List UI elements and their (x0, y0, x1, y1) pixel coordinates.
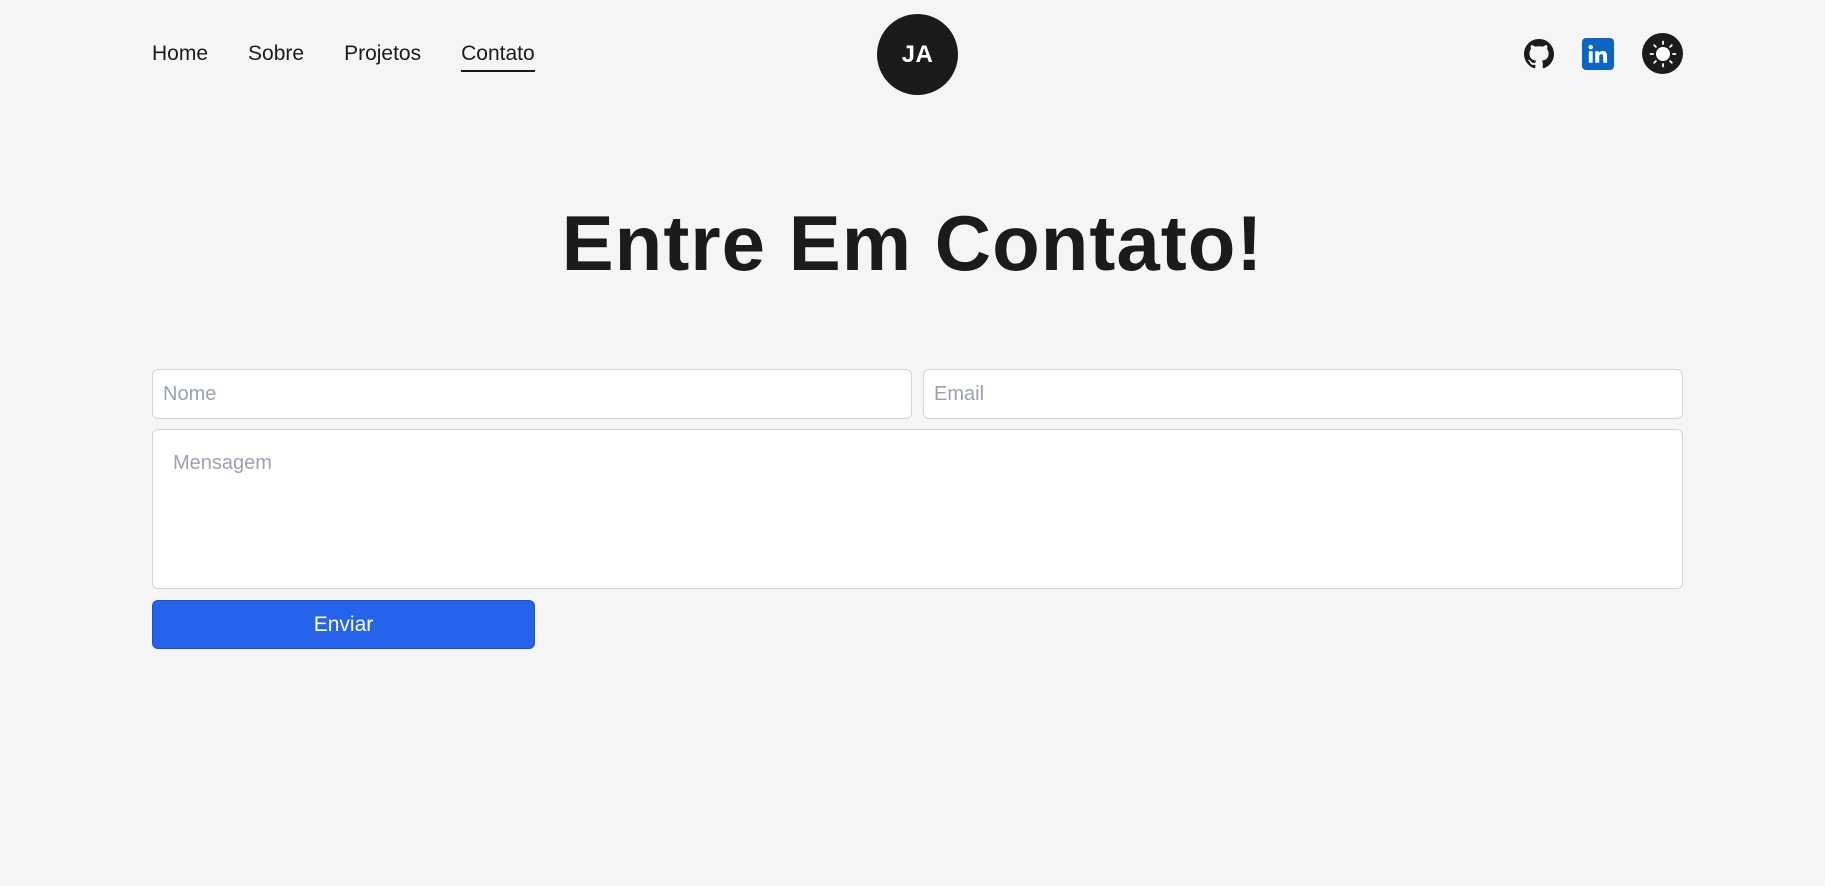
nav-link-contato[interactable]: Contato (461, 40, 535, 72)
contact-form: Enviar (152, 369, 1683, 649)
page-title: Entre Em Contato! (561, 199, 1264, 287)
nav-link-projetos[interactable]: Projetos (344, 40, 421, 72)
linkedin-icon[interactable] (1582, 37, 1614, 70)
message-textarea[interactable] (152, 429, 1683, 589)
form-row (152, 369, 1683, 419)
logo-text: JA (901, 40, 934, 68)
top-nav: Home Sobre Projetos Contato JA (0, 0, 1825, 110)
nav-link-sobre[interactable]: Sobre (248, 40, 304, 72)
logo[interactable]: JA (877, 14, 958, 95)
nav-icons (1524, 33, 1683, 74)
nav-link-home[interactable]: Home (152, 40, 208, 72)
github-link[interactable] (1524, 38, 1554, 69)
page: Home Sobre Projetos Contato JA Entre Em … (0, 0, 1825, 886)
theme-toggle-button[interactable] (1642, 33, 1683, 74)
submit-button[interactable]: Enviar (152, 600, 535, 649)
email-input[interactable] (923, 369, 1683, 419)
sun-icon (1649, 40, 1676, 67)
github-icon (1524, 38, 1554, 68)
linkedin-glyph (1588, 44, 1608, 63)
nav-links: Home Sobre Projetos Contato (152, 40, 535, 72)
name-input[interactable] (152, 369, 912, 419)
